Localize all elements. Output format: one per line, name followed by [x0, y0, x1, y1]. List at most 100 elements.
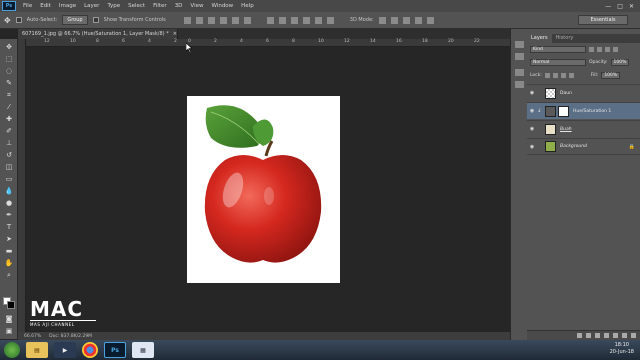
opacity-field[interactable]: 100%: [610, 59, 630, 66]
zoom-level[interactable]: 66.67%: [24, 334, 41, 339]
menu-layer[interactable]: Layer: [80, 3, 103, 9]
minimize-button[interactable]: —: [605, 3, 611, 10]
lock-pixels-icon[interactable]: [552, 73, 558, 78]
group-dropdown[interactable]: Group: [62, 15, 88, 25]
align-left-icon[interactable]: [219, 16, 227, 24]
path-select-icon[interactable]: ➤: [4, 235, 14, 243]
lasso-tool-icon[interactable]: ◌: [4, 67, 14, 75]
layer-name[interactable]: Daun: [560, 91, 572, 96]
trash-icon[interactable]: [631, 333, 636, 338]
history-brush-icon[interactable]: ↺: [4, 151, 14, 159]
filter-shape-icon[interactable]: [613, 47, 618, 52]
adjustment-layer-icon[interactable]: [604, 333, 609, 338]
distribute-icon[interactable]: [326, 16, 334, 24]
properties-panel-icon[interactable]: [515, 53, 524, 60]
menu-3d[interactable]: 3D: [171, 3, 187, 9]
blend-mode-dropdown[interactable]: Normal: [530, 59, 586, 66]
menu-view[interactable]: View: [186, 3, 207, 9]
menu-select[interactable]: Select: [124, 3, 149, 9]
3d-scale-icon[interactable]: [426, 16, 434, 24]
character-panel-icon[interactable]: [515, 69, 524, 76]
new-group-icon[interactable]: [613, 333, 618, 338]
align-top-icon[interactable]: [183, 16, 191, 24]
distribute-icon[interactable]: [278, 16, 286, 24]
system-clock[interactable]: 18:10 20-Jun-18: [610, 342, 634, 356]
paragraph-panel-icon[interactable]: [515, 81, 524, 88]
menu-help[interactable]: Help: [237, 3, 258, 9]
explorer-taskbar-icon[interactable]: ▤: [26, 342, 48, 358]
layer-row[interactable]: ◉ Background 🔒: [527, 138, 640, 155]
lock-position-icon[interactable]: [560, 73, 566, 78]
menu-type[interactable]: Type: [103, 3, 124, 9]
align-right-icon[interactable]: [243, 16, 251, 24]
auto-select-checkbox[interactable]: [15, 17, 22, 23]
align-center-icon[interactable]: [231, 16, 239, 24]
media-player-taskbar-icon[interactable]: ▶: [54, 342, 76, 358]
shape-tool-icon[interactable]: ▬: [4, 247, 14, 255]
distribute-icon[interactable]: [290, 16, 298, 24]
brush-tool-icon[interactable]: ✐: [4, 127, 14, 135]
layer-row[interactable]: ◉ Buah: [527, 120, 640, 137]
3d-slide-icon[interactable]: [414, 16, 422, 24]
link-layers-icon[interactable]: [577, 333, 582, 338]
filter-pixel-icon[interactable]: [589, 47, 594, 52]
filter-type-icon[interactable]: [605, 47, 610, 52]
healing-brush-icon[interactable]: ✚: [4, 115, 14, 123]
filter-adjust-icon[interactable]: [597, 47, 602, 52]
distribute-icon[interactable]: [266, 16, 274, 24]
quick-mask-icon[interactable]: ◙: [4, 315, 14, 323]
tab-history[interactable]: History: [552, 34, 578, 43]
lock-transparency-icon[interactable]: [544, 73, 550, 78]
image-viewer-taskbar-icon[interactable]: ▦: [132, 342, 154, 358]
photoshop-taskbar-icon[interactable]: Ps: [104, 342, 126, 358]
zoom-tool-icon[interactable]: ⌕: [4, 271, 14, 279]
3d-rotate-icon[interactable]: [378, 16, 386, 24]
layer-row[interactable]: ◉ Daun: [527, 84, 640, 101]
chrome-taskbar-icon[interactable]: [82, 342, 98, 358]
pen-tool-icon[interactable]: ✒: [4, 211, 14, 219]
layer-name[interactable]: Background: [560, 144, 587, 149]
document-tab[interactable]: 607169_1.jpg @ 66.7% (Hue/Saturation 1, …: [18, 29, 178, 39]
visibility-eye-icon[interactable]: ◉: [527, 126, 537, 132]
dodge-tool-icon[interactable]: ●: [4, 199, 14, 207]
tab-layers[interactable]: Layers: [527, 34, 552, 43]
menu-file[interactable]: File: [19, 3, 36, 9]
workspace-dropdown[interactable]: Essentials: [578, 15, 628, 25]
screen-mode-icon[interactable]: ▣: [4, 327, 14, 335]
align-middle-icon[interactable]: [195, 16, 203, 24]
background-color-swatch[interactable]: [7, 301, 15, 309]
menu-edit[interactable]: Edit: [36, 3, 55, 9]
new-layer-icon[interactable]: [622, 333, 627, 338]
start-button[interactable]: [4, 342, 20, 358]
distribute-icon[interactable]: [314, 16, 322, 24]
distribute-icon[interactable]: [302, 16, 310, 24]
document-canvas[interactable]: [187, 96, 340, 283]
3d-roll-icon[interactable]: [390, 16, 398, 24]
history-panel-icon[interactable]: [515, 41, 524, 48]
fx-icon[interactable]: [586, 333, 591, 338]
lock-all-icon[interactable]: [568, 73, 574, 78]
kind-filter-dropdown[interactable]: Kind: [530, 46, 586, 53]
menu-filter[interactable]: Filter: [149, 3, 171, 9]
crop-tool-icon[interactable]: ⌗: [4, 91, 14, 99]
quick-select-tool-icon[interactable]: ✎: [4, 79, 14, 87]
align-bottom-icon[interactable]: [207, 16, 215, 24]
canvas-area[interactable]: MAC MAS AJI CHANNEL: [26, 47, 510, 332]
type-tool-icon[interactable]: T: [4, 223, 14, 231]
layer-mask-thumbnail[interactable]: [558, 105, 569, 117]
hand-tool-icon[interactable]: ✋: [4, 259, 14, 267]
transform-controls-checkbox[interactable]: [92, 17, 99, 23]
blur-tool-icon[interactable]: 💧: [4, 187, 14, 195]
gradient-tool-icon[interactable]: ▭: [4, 175, 14, 183]
layer-row[interactable]: ◉ ↓ Hue/Saturation 1: [527, 102, 640, 119]
tab-close-icon[interactable]: ×: [173, 31, 177, 37]
visibility-eye-icon[interactable]: ◉: [527, 90, 537, 96]
marquee-tool-icon[interactable]: ⬚: [4, 55, 14, 63]
visibility-eye-icon[interactable]: ◉: [527, 108, 537, 114]
clone-stamp-icon[interactable]: ⊥: [4, 139, 14, 147]
layer-name[interactable]: Buah: [560, 127, 572, 132]
layer-name[interactable]: Hue/Saturation 1: [573, 109, 611, 114]
move-tool-icon[interactable]: ✥: [4, 16, 11, 25]
visibility-eye-icon[interactable]: ◉: [527, 144, 537, 150]
close-window-button[interactable]: ✕: [629, 3, 634, 10]
